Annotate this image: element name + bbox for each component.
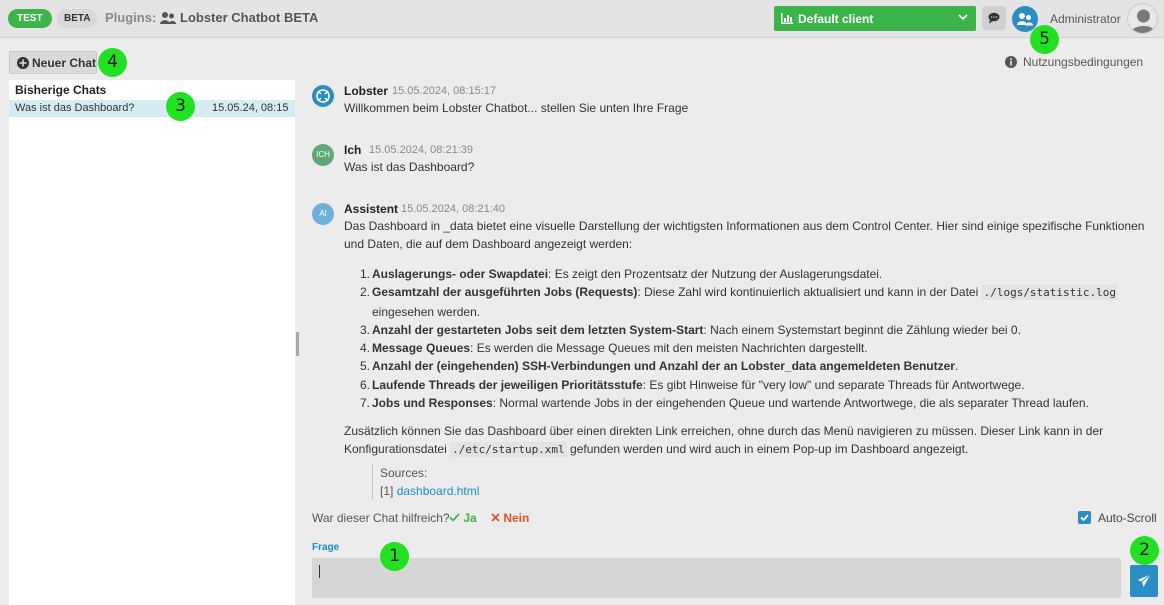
- marker-1: 1: [380, 542, 409, 571]
- outro-text-2: gefunden werden und wird auch in einem P…: [566, 442, 969, 456]
- chat-title: Was ist das Dashboard?: [15, 102, 135, 114]
- marker-3: 3: [166, 92, 195, 121]
- list-item-title: Auslagerungs- oder Swapdatei: [372, 267, 549, 281]
- marker-2: 2: [1130, 536, 1159, 565]
- list-item-text: : Normal wartende Jobs in der eingehende…: [492, 396, 1089, 411]
- list-item: 2. Gesamtzahl der ausgeführten Jobs (Requ…: [354, 283, 1154, 321]
- send-icon: [1137, 574, 1151, 587]
- sources-block: Sources: [1] dashboard.html: [372, 464, 479, 500]
- feedback-no-label: Nein: [503, 511, 530, 525]
- user-message-avatar: ICH: [312, 144, 334, 166]
- list-item: 1. Auslagerungs- oder Swapdatei: Es zeigt…: [354, 265, 1154, 283]
- info-icon: [1005, 56, 1017, 68]
- check-icon: [449, 513, 460, 522]
- message-author: Lobster: [344, 84, 389, 98]
- message-time: 15.05.2024, 08:15:17: [392, 85, 496, 97]
- list-item: 4. Message Queues: Es werden die Message …: [354, 339, 1154, 357]
- list-item: 6. Laufende Threads der jeweiligen Priori…: [354, 376, 1154, 394]
- test-badge: TEST: [8, 9, 52, 28]
- user-avatar-icon: [1130, 9, 1157, 33]
- list-item-title: Anzahl der (eingehenden) SSH-Verbindunge…: [372, 359, 955, 374]
- list-number: 4.: [360, 341, 371, 356]
- client-select[interactable]: Default client: [774, 6, 976, 31]
- send-button[interactable]: [1130, 565, 1158, 597]
- code-snippet: ./logs/statistic.log: [981, 285, 1119, 301]
- avatar[interactable]: [1127, 3, 1158, 34]
- source-number: [1]: [380, 484, 394, 498]
- users-icon: [160, 12, 176, 24]
- list-number: 1.: [360, 267, 371, 281]
- message-text: Willkommen beim Lobster Chatbot... stell…: [344, 101, 689, 115]
- list-item-text: : Nach einem Systemstart beginnt die Zäh…: [703, 322, 1021, 337]
- message-text: Was ist das Dashboard?: [344, 160, 475, 174]
- feedback-yes-label: Ja: [463, 511, 477, 525]
- chat-bubble-icon: [988, 12, 1000, 24]
- list-number: 5.: [360, 359, 371, 374]
- sources-label: Sources:: [380, 466, 428, 480]
- list-item-title: Gesamtzahl der ausgeführten Jobs (Reques…: [372, 285, 638, 300]
- list-item-text: : Es gibt Hinweise für "very low" und se…: [642, 377, 1025, 392]
- check-icon: [1080, 514, 1089, 522]
- autoscroll-checkbox[interactable]: [1078, 511, 1091, 524]
- assistant-intro: Das Dashboard in _data bietet eine visue…: [344, 219, 1145, 251]
- list-number: 2.: [360, 285, 371, 300]
- chevron-down-icon: [958, 14, 968, 21]
- list-item-text-2: eingesehen werden.: [372, 304, 481, 319]
- message-author: Ich: [344, 143, 362, 157]
- assistant-avatar: AI: [312, 203, 334, 225]
- message-time: 15.05.2024, 08:21:39: [369, 144, 473, 156]
- list-item-text: : Diese Zahl wird kontinuierlich aktuali…: [637, 285, 982, 300]
- question-input[interactable]: [312, 558, 1121, 598]
- feedback-no-button[interactable]: Nein: [491, 511, 529, 525]
- sidebar-title: Bisherige Chats: [15, 83, 107, 97]
- feedback-question: War dieser Chat hilfreich?: [312, 511, 450, 525]
- feedback-yes-button[interactable]: Ja: [449, 511, 477, 525]
- chat-button[interactable]: [982, 6, 1006, 30]
- panel-resize-handle[interactable]: [296, 332, 299, 356]
- list-item-title: Anzahl der gestarteten Jobs seit dem let…: [372, 322, 704, 337]
- message-time: 15.05.2024, 08:21:40: [401, 203, 505, 215]
- list-item-text: .: [954, 359, 959, 374]
- new-chat-label: Neuer Chat: [32, 56, 97, 70]
- lobster-logo-icon: [316, 89, 330, 103]
- users-icon: [1017, 13, 1033, 26]
- source-link[interactable]: dashboard.html: [397, 484, 480, 498]
- lobster-avatar: [312, 85, 334, 107]
- plus-circle-icon: [17, 57, 29, 69]
- list-item: 5. Anzahl der (eingehenden) SSH-Verbindun…: [354, 357, 1154, 375]
- top-bar: TEST BETA Plugins: Lobster Chatbot BETA …: [0, 0, 1164, 38]
- list-item-title: Laufende Threads der jeweiligen Prioritä…: [372, 377, 643, 392]
- client-select-value: Default client: [798, 12, 874, 26]
- assistant-list: 1. Auslagerungs- oder Swapdatei: Es zeigt…: [354, 265, 1154, 412]
- user-name[interactable]: Administrator: [1050, 12, 1121, 26]
- message-author: Assistent: [344, 202, 399, 216]
- chart-icon: [781, 13, 793, 24]
- marker-4: 4: [98, 48, 127, 77]
- list-item: 7. Jobs und Responses: Normal wartende Jo…: [354, 394, 1154, 412]
- beta-badge: BETA: [57, 9, 98, 28]
- plugins-label: Plugins:: [105, 10, 157, 25]
- new-chat-button[interactable]: Neuer Chat: [9, 51, 97, 74]
- close-icon: [491, 513, 500, 522]
- list-item: 3. Anzahl der gestarteten Jobs seit dem l…: [354, 321, 1154, 339]
- list-item-title: Message Queues: [372, 341, 471, 356]
- chat-history-sidebar: Bisherige Chats Was ist das Dashboard? 1…: [9, 80, 295, 605]
- list-item-title: Jobs und Responses: [372, 396, 493, 411]
- marker-5: 5: [1030, 25, 1059, 54]
- list-item-text: : Es werden die Message Queues mit den m…: [470, 341, 868, 356]
- chat-date: 15.05.24, 08:15: [212, 102, 289, 114]
- question-label: Frage: [312, 542, 340, 553]
- autoscroll-label: Auto-Scroll: [1098, 511, 1157, 525]
- assistant-outro: Zusätzlich können Sie das Dashboard über…: [344, 422, 1156, 459]
- list-item-text: : Es zeigt den Prozentsatz der Nutzung d…: [548, 267, 883, 281]
- code-snippet: ./etc/startup.xml: [450, 442, 567, 457]
- text-cursor: [319, 565, 320, 578]
- list-number: 7.: [360, 396, 371, 411]
- terms-label: Nutzungsbedingungen: [1023, 55, 1144, 69]
- plugin-name: Lobster Chatbot BETA: [180, 10, 319, 25]
- list-number: 3.: [360, 322, 371, 337]
- list-number: 6.: [360, 377, 371, 392]
- chat-history-item[interactable]: Was ist das Dashboard? 15.05.24, 08:15: [9, 100, 295, 117]
